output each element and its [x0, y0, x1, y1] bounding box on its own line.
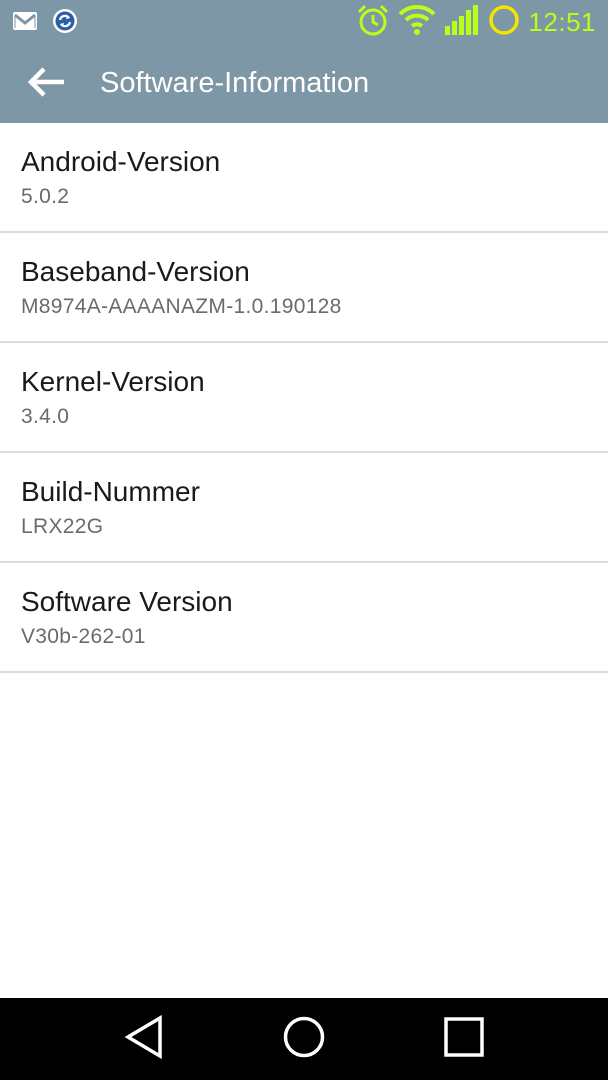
nav-home-button[interactable] [279, 1014, 329, 1064]
item-value: LRX22G [21, 515, 104, 538]
item-value: 5.0.2 [21, 185, 70, 208]
list-item-baseband-version[interactable]: Baseband-Version M8974A-AAAANAZM-1.0.190… [0, 233, 608, 343]
gmail-icon [12, 10, 38, 37]
item-value: 3.4.0 [21, 405, 70, 428]
recents-square-icon [442, 1015, 486, 1064]
software-information-screen: 12:51 Software-Information Android-Versi… [0, 0, 608, 1080]
list-item-software-version[interactable]: Software Version V30b-262-01 [0, 563, 608, 673]
list-item-build-number[interactable]: Build-Nummer LRX22G [0, 453, 608, 563]
item-title: Build-Nummer [21, 476, 200, 507]
status-bar: 12:51 [0, 0, 608, 44]
alarm-icon [356, 3, 390, 42]
list-item-kernel-version[interactable]: Kernel-Version 3.4.0 [0, 343, 608, 453]
list-item-android-version[interactable]: Android-Version 5.0.2 [0, 123, 608, 233]
item-title: Kernel-Version [21, 366, 205, 397]
sync-icon [52, 8, 78, 39]
page-title: Software-Information [100, 67, 370, 99]
item-title: Android-Version [21, 146, 221, 177]
item-value: M8974A-AAAANAZM-1.0.190128 [21, 295, 342, 318]
battery-icon [488, 4, 520, 41]
app-bar: Software-Information [0, 44, 608, 123]
item-value: V30b-262-01 [21, 625, 146, 648]
nav-back-button[interactable] [119, 1014, 169, 1064]
status-clock: 12:51 [528, 7, 596, 37]
arrow-back-icon [26, 66, 66, 103]
wifi-icon [398, 4, 436, 41]
signal-icon [444, 4, 480, 41]
status-system: 12:51 [356, 4, 596, 40]
back-triangle-icon [124, 1014, 164, 1064]
item-title: Baseband-Version [21, 256, 250, 287]
navigation-bar [0, 998, 608, 1080]
info-list: Android-Version 5.0.2 Baseband-Version M… [0, 123, 608, 673]
item-title: Software Version [21, 586, 233, 617]
nav-recents-button[interactable] [439, 1014, 489, 1064]
home-circle-icon [282, 1015, 326, 1064]
back-button[interactable] [22, 62, 70, 106]
status-notifications [12, 8, 78, 39]
